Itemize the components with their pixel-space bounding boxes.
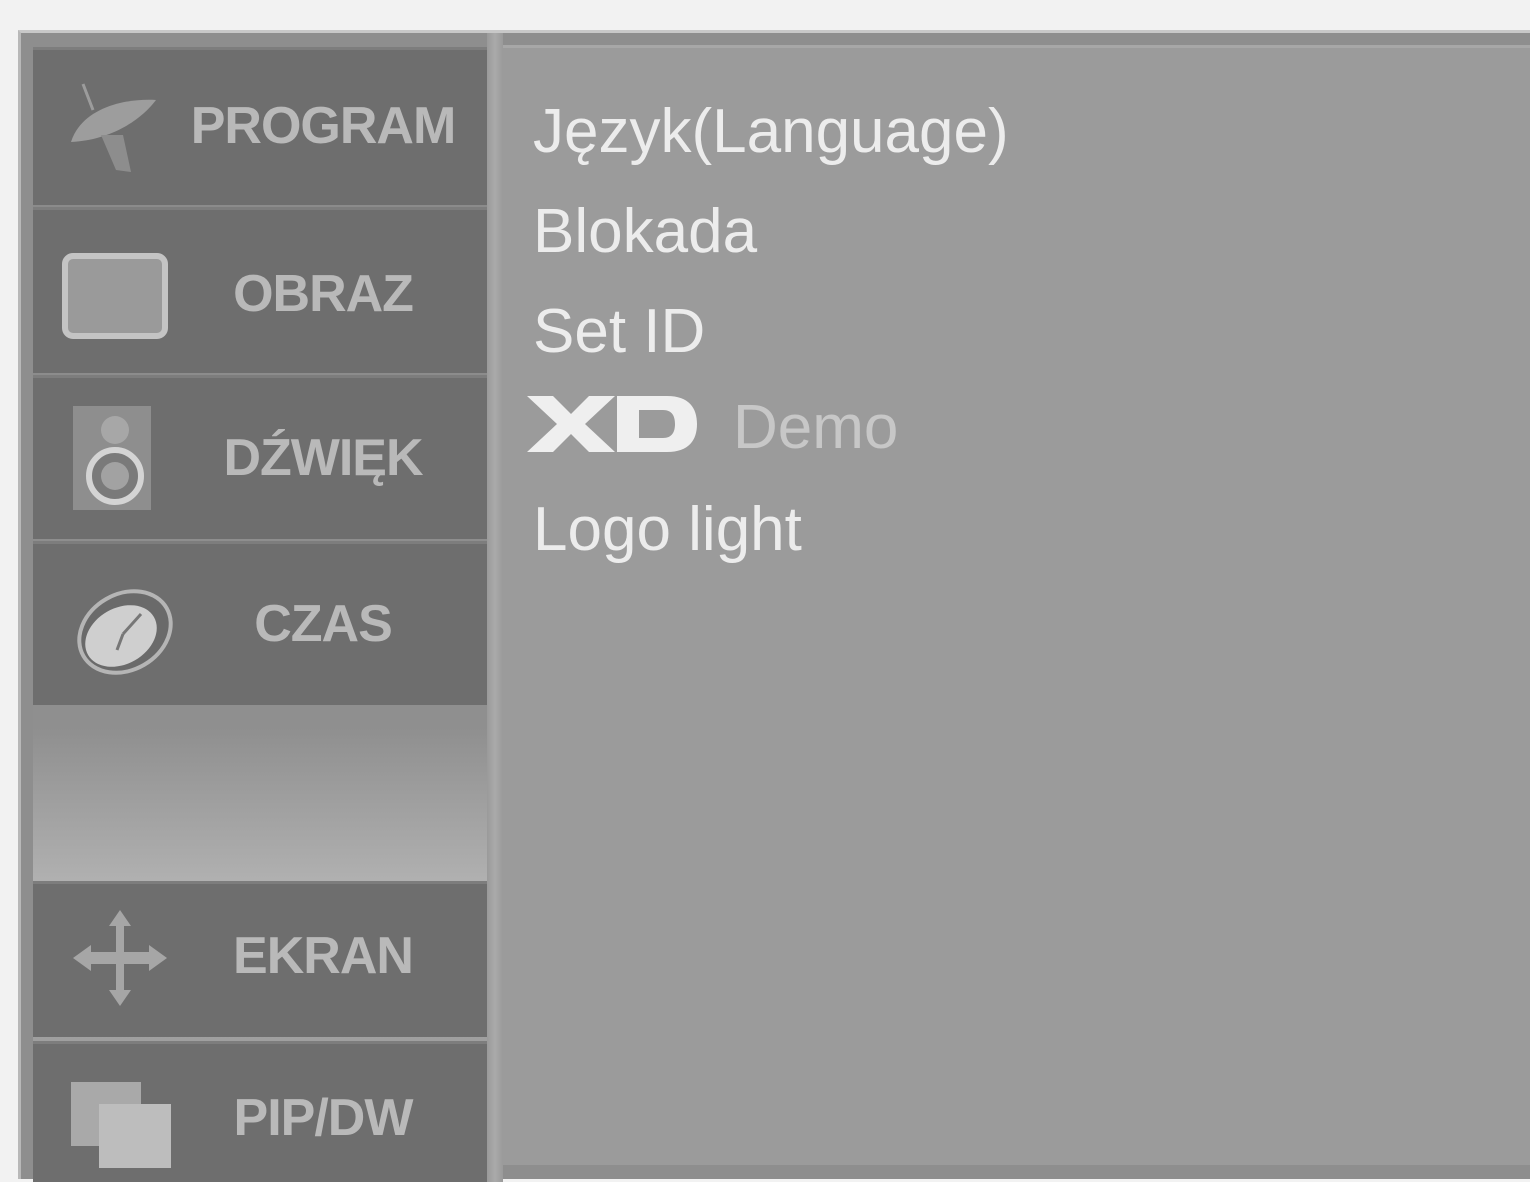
option-label: Demo bbox=[733, 393, 899, 462]
main-menu-sidebar: PROGRAM OBRAZ DŹWIĘK CZAS EKRAN PIP/DW bbox=[33, 47, 487, 1182]
option-logo-light[interactable]: Logo light bbox=[533, 494, 802, 565]
menu-item-label: OBRAZ bbox=[233, 265, 414, 323]
option-set-id[interactable]: Set ID bbox=[533, 296, 705, 367]
clock-icon bbox=[67, 584, 177, 689]
menu-item-label: PIP/DW bbox=[233, 1089, 414, 1147]
menu-item-label: CZAS bbox=[254, 595, 393, 653]
option-language[interactable]: Język(Language) bbox=[533, 96, 1009, 167]
panel-divider bbox=[487, 33, 503, 1182]
option-label: Logo light bbox=[533, 495, 802, 564]
menu-item-ekran[interactable]: EKRAN bbox=[33, 881, 487, 1037]
speaker-icon bbox=[67, 404, 157, 519]
move-arrows-icon bbox=[65, 908, 175, 1013]
option-blokada[interactable]: Blokada bbox=[533, 196, 757, 267]
xd-logo-icon bbox=[527, 394, 699, 469]
option-label: Blokada bbox=[533, 197, 758, 266]
pip-windows-icon bbox=[69, 1080, 179, 1175]
tv-osd-screen: PROGRAM OBRAZ DŹWIĘK CZAS EKRAN PIP/DW J… bbox=[18, 30, 1530, 1182]
menu-item-pip-dw[interactable]: PIP/DW bbox=[33, 1041, 487, 1182]
tv-screen-icon bbox=[61, 252, 171, 347]
option-label: Set ID bbox=[533, 297, 706, 366]
options-panel: Język(Language) Blokada Set ID Demo Logo… bbox=[503, 45, 1530, 1165]
menu-item-label: PROGRAM bbox=[190, 97, 457, 155]
menu-item-label: EKRAN bbox=[233, 927, 414, 985]
option-xd-demo[interactable]: Demo bbox=[527, 392, 898, 469]
menu-item-dzwiek[interactable]: DŹWIĘK bbox=[33, 375, 487, 539]
satellite-dish-icon bbox=[61, 80, 161, 185]
menu-item-label: DŹWIĘK bbox=[223, 429, 423, 487]
menu-item-program[interactable]: PROGRAM bbox=[33, 47, 487, 205]
menu-item-obraz[interactable]: OBRAZ bbox=[33, 207, 487, 373]
menu-item-czas[interactable]: CZAS bbox=[33, 541, 487, 705]
option-label: Język(Language) bbox=[533, 97, 1009, 166]
